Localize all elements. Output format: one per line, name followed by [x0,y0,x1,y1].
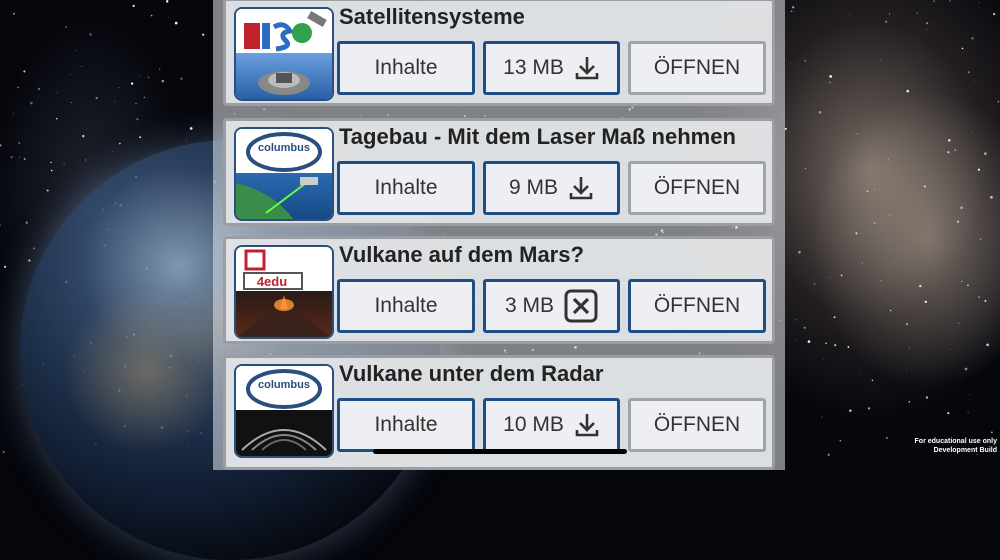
columbus-eye-logo: columbus [236,366,332,412]
satellite-image [236,53,332,99]
module-title: Vulkane auf dem Mars? [339,242,584,267]
download-button[interactable]: 13 MB [483,41,620,95]
open-label: ÖFFNEN [653,294,741,317]
contents-label: Inhalte [374,413,438,436]
open-label: ÖFFNEN [653,176,741,199]
open-button[interactable]: ÖFFNEN [628,41,766,95]
contents-button[interactable]: Inhalte [337,398,475,452]
download-icon [568,175,594,201]
download-button[interactable]: 10 MB [483,398,620,452]
gis-logo-icon [244,11,327,52]
home-indicator[interactable] [373,449,627,454]
radar-image [236,410,332,456]
logo-text: columbus [258,142,310,154]
logo-text: columbus [258,379,310,391]
columbus-eye-logo: columbus [236,129,332,175]
4edu-logo: 4edu [236,247,332,293]
module-thumbnail: columbus [234,127,334,221]
size-label: 10 MB [503,413,564,436]
open-label: ÖFFNEN [653,413,741,436]
contents-label: Inhalte [374,56,438,79]
earth-laser-image [236,173,332,219]
open-button[interactable]: ÖFFNEN [628,279,766,333]
build-watermark: For educational use only Development Bui… [915,437,997,455]
module-thumbnail: 4edu [234,245,334,339]
download-icon [574,412,600,438]
contents-button[interactable]: Inhalte [337,161,475,215]
open-label: ÖFFNEN [653,56,741,79]
module-thumbnail: columbus [234,364,334,458]
module-title: Vulkane unter dem Radar [339,361,604,386]
contents-label: Inhalte [374,176,438,199]
module-card: columbus Tagebau - Mit dem Laser Maß neh… [223,118,775,226]
cancel-download-button[interactable]: 3 MB [483,279,620,333]
watermark-line-2: Development Build [933,447,997,454]
open-button[interactable]: ÖFFNEN [628,398,766,452]
open-button[interactable]: ÖFFNEN [628,161,766,215]
module-thumbnail [234,7,334,101]
module-title: Satellitensysteme [339,4,525,29]
volcano-image [236,291,332,337]
contents-button[interactable]: Inhalte [337,279,475,333]
module-title: Tagebau - Mit dem Laser Maß nehmen [339,124,736,149]
gis-logo [236,9,332,55]
size-label: 3 MB [504,294,554,317]
logo-text: 4edu [257,274,287,289]
cancel-icon [564,289,598,323]
download-button[interactable]: 9 MB [483,161,620,215]
module-card: 4edu Vulkane auf dem Mars? Inhalte 3 MB … [223,236,775,344]
module-card: Satellitensysteme Inhalte 13 MB ÖFFNEN [223,0,775,106]
size-label: 9 MB [508,176,558,199]
size-label: 13 MB [503,56,564,79]
contents-button[interactable]: Inhalte [337,41,475,95]
download-icon [574,55,600,81]
contents-label: Inhalte [374,294,438,317]
watermark-line-1: For educational use only [914,438,997,445]
